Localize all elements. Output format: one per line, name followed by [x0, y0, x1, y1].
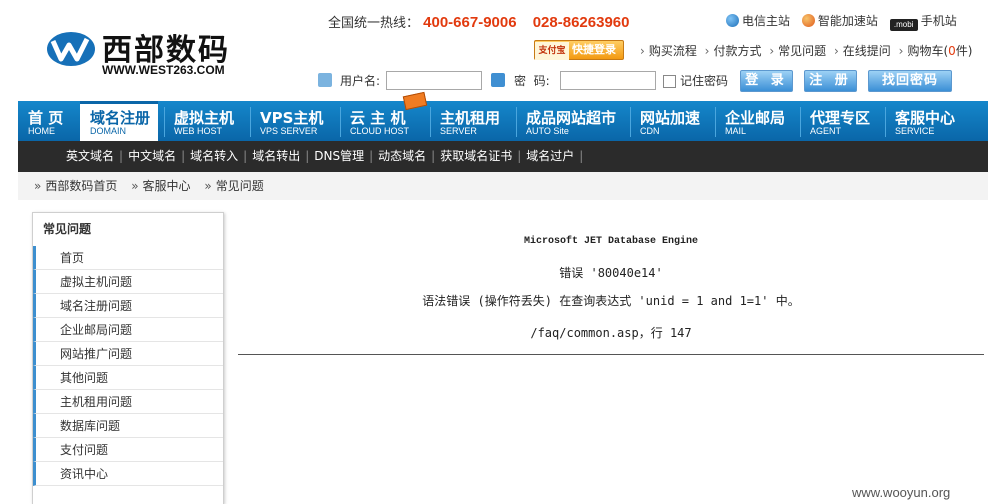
nav-web-host[interactable]: 虚拟主机 WEB HOST: [164, 101, 248, 141]
alipay-quick-login-button[interactable]: 支付宝 快捷登录: [534, 40, 624, 60]
subnav-dns-manage[interactable]: DNS管理: [314, 149, 364, 163]
nav-server[interactable]: 主机租用 SERVER: [430, 101, 514, 141]
nav-cdn[interactable]: 网站加速 CDN: [630, 101, 714, 141]
breadcrumb-arrow-icon: »: [204, 179, 212, 193]
hotline-number-2: 028-86263960: [532, 14, 630, 31]
username-label: 用户名:: [340, 74, 381, 88]
login-button[interactable]: 登 录: [740, 70, 793, 92]
link-payment-methods[interactable]: 付款方式: [713, 44, 761, 58]
breadcrumb-arrow-icon: »: [131, 179, 139, 193]
password-label: 密 码:: [514, 74, 550, 88]
nav-auto-site[interactable]: 成品网站超市 AUTO Site: [516, 101, 630, 141]
username-input[interactable]: [386, 71, 482, 90]
nav-mail[interactable]: 企业邮局 MAIL: [715, 101, 799, 141]
speed-icon: [801, 14, 815, 27]
subnav-english-domain[interactable]: 英文域名: [66, 149, 114, 163]
sidebar-item-home[interactable]: 首页: [33, 246, 223, 270]
error-description: 语法错误 (操作符丢失) 在查询表达式 'unid = 1 and 1=1' 中…: [422, 294, 800, 308]
subnav-domain-transfer-in[interactable]: 域名转入: [190, 149, 238, 163]
mobi-icon: .mobi: [889, 19, 918, 31]
nav-vps[interactable]: VPS主机 VPS SERVER: [250, 101, 338, 141]
register-button[interactable]: 注 册: [804, 70, 857, 92]
link-purchase-flow[interactable]: 购买流程: [649, 44, 697, 58]
error-location: /faq/common.asp，行 147: [530, 326, 692, 340]
site-header: 西部数码 WWW.WEST263.COM 全国统一热线： 400-667-900…: [0, 0, 988, 100]
sidebar-item-other[interactable]: 其他问题: [33, 366, 223, 390]
error-divider: [238, 354, 984, 355]
sidebar-item-database[interactable]: 数据库问题: [33, 414, 223, 438]
accelerate-site-link[interactable]: 智能加速站: [801, 14, 878, 28]
sidebar-item-server[interactable]: 主机租用问题: [33, 390, 223, 414]
help-links: › 购买流程 › 付款方式 › 常见问题 › 在线提问 › 购物车(0件): [640, 44, 973, 58]
logo-domain: WWW.WEST263.COM: [102, 63, 225, 77]
user-icon: [318, 73, 332, 87]
cart-count: 0: [948, 44, 956, 58]
sidebar-item-mail[interactable]: 企业邮局问题: [33, 318, 223, 342]
error-engine: Microsoft JET Database Engine: [523, 236, 699, 247]
nav-service[interactable]: 客服中心 SERVICE: [885, 101, 985, 141]
sidebar-title: 常见问题: [43, 222, 92, 236]
hotline-number-1: 400-667-9006: [423, 14, 517, 31]
telecom-site-link[interactable]: 电信主站: [726, 14, 790, 28]
breadcrumb-home[interactable]: 西部数码首页: [45, 179, 117, 193]
breadcrumb-faq[interactable]: 常见问题: [216, 179, 264, 193]
subnav-domain-transfer-out[interactable]: 域名转出: [252, 149, 300, 163]
nav-domain[interactable]: 域名注册 DOMAIN: [80, 101, 158, 141]
mobile-site-link[interactable]: .mobi 手机站: [889, 14, 957, 31]
sidebar-item-news[interactable]: 资讯中心: [33, 462, 223, 486]
alipay-icon: 支付宝: [535, 42, 569, 60]
subnav-chinese-domain[interactable]: 中文域名: [128, 149, 176, 163]
password-input[interactable]: [560, 71, 656, 90]
link-cart[interactable]: 购物车(0件): [907, 44, 972, 58]
faq-sidebar: 常见问题 首页 虚拟主机问题 域名注册问题 企业邮局问题 网站推广问题 其他问题…: [32, 212, 224, 504]
breadcrumb-service[interactable]: 客服中心: [143, 179, 191, 193]
watermark: www.wooyun.org: [852, 485, 951, 500]
logo-w-icon: [47, 32, 95, 66]
top-links: 电信主站 智能加速站 .mobi 手机站: [726, 12, 965, 31]
sidebar-item-web-host[interactable]: 虚拟主机问题: [33, 270, 223, 294]
subnav-domain-cert[interactable]: 获取域名证书: [440, 149, 512, 163]
globe-icon: [726, 14, 739, 27]
remember-checkbox[interactable]: [663, 75, 676, 88]
sidebar-item-payment[interactable]: 支付问题: [33, 438, 223, 462]
breadcrumb-arrow-icon: »: [34, 179, 42, 193]
recover-password-button[interactable]: 找回密码: [868, 70, 952, 92]
key-icon: [491, 73, 505, 87]
remember-label: 记住密码: [680, 74, 729, 88]
link-online-ask[interactable]: 在线提问: [843, 44, 891, 58]
error-code: 错误 '80040e14': [559, 266, 663, 280]
domain-subnav: 英文域名 | 中文域名 | 域名转入 | 域名转出 | DNS管理 | 动态域名 | 获取域名证书 | 域名…: [18, 141, 988, 172]
nav-agent[interactable]: 代理专区 AGENT: [800, 101, 884, 141]
sidebar-item-domain[interactable]: 域名注册问题: [33, 294, 223, 318]
breadcrumb: » 西部数码首页 » 客服中心 » 常见问题: [18, 172, 988, 200]
main-nav: 首 页 HOME 域名注册 DOMAIN 虚拟主机 WEB HOST VPS主机 VPS…: [18, 101, 988, 141]
site-logo[interactable]: 西部数码 WWW.WEST263.COM: [46, 25, 246, 80]
error-message: Microsoft JET Database Engine 错误 '80040e…: [238, 226, 984, 356]
sidebar-item-promotion[interactable]: 网站推广问题: [33, 342, 223, 366]
hotline-label: 全国统一热线：: [328, 16, 420, 31]
nav-home[interactable]: 首 页 HOME: [18, 101, 78, 141]
subnav-domain-owner-change[interactable]: 域名过户: [526, 149, 574, 163]
hotline: 全国统一热线： 400-667-9006 028-86263960: [328, 12, 629, 31]
subnav-dynamic-domain[interactable]: 动态域名: [378, 149, 426, 163]
link-faq[interactable]: 常见问题: [778, 44, 826, 58]
